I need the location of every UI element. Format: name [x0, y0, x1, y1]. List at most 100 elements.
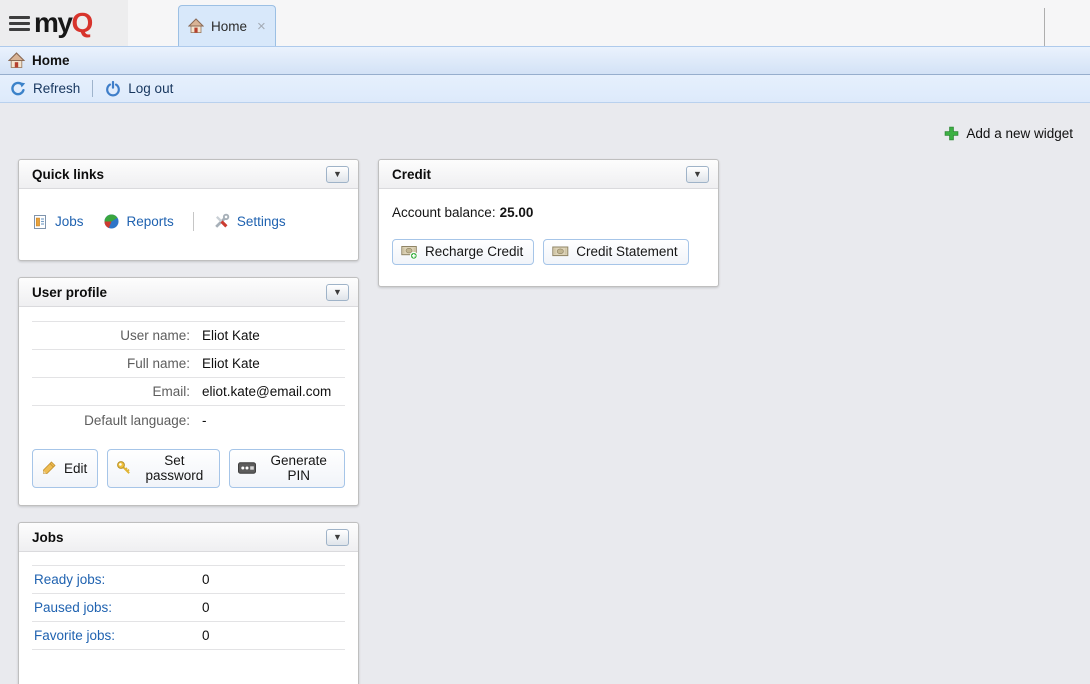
chevron-down-icon: ▼ [333, 288, 342, 297]
page-header-bar: Home [0, 46, 1090, 75]
widget-title: Quick links [32, 167, 104, 182]
row-value: eliot.kate@email.com [202, 384, 331, 399]
logout-label: Log out [128, 81, 173, 96]
ready-jobs-link[interactable]: Ready jobs: [32, 572, 105, 587]
widget-column-left: Quick links ▼ Jobs Reports [18, 159, 359, 684]
widget-title: Credit [392, 167, 431, 182]
credit-buttons: Recharge Credit Credit Statement [392, 239, 705, 265]
quick-link-label: Settings [237, 214, 286, 229]
button-label: Set password [139, 453, 209, 483]
logo-text-my: my [34, 7, 71, 38]
row-label: Default language: [32, 413, 190, 428]
widget-quick-links: Quick links ▼ Jobs Reports [18, 159, 359, 261]
tab-home-label: Home [211, 19, 247, 34]
row-value: - [202, 413, 207, 428]
add-widget-label: Add a new widget [966, 126, 1073, 141]
quick-links-body: Jobs Reports Settings [19, 189, 358, 260]
row-value: 0 [202, 594, 210, 621]
banknote-icon [552, 245, 569, 258]
widget-user-profile-header: User profile ▼ [19, 278, 358, 307]
settings-tools-icon [213, 213, 230, 230]
button-label: Recharge Credit [425, 244, 523, 259]
row-label: User name: [32, 328, 190, 343]
page-title: Home [32, 53, 70, 68]
widget-credit: Credit ▼ Account balance:25.00 Recharge … [378, 159, 719, 287]
top-strip-divider [1044, 8, 1045, 46]
generate-pin-button[interactable]: Generate PIN [229, 449, 345, 488]
pencil-icon [41, 460, 57, 476]
quick-link-label: Reports [127, 214, 174, 229]
row-value: 0 [202, 566, 210, 593]
profile-row-fullname: Full name: Eliot Kate [32, 350, 345, 378]
row-label: Email: [32, 384, 190, 399]
row-value: 0 [202, 622, 210, 649]
button-label: Credit Statement [576, 244, 677, 259]
paused-jobs-link[interactable]: Paused jobs: [32, 600, 112, 615]
key-icon [116, 460, 132, 476]
power-icon [105, 81, 121, 97]
account-balance: Account balance:25.00 [392, 205, 705, 220]
widget-jobs-header: Jobs ▼ [19, 523, 358, 552]
row-value: Eliot Kate [202, 328, 260, 343]
jobs-row-favorite: Favorite jobs: 0 [32, 622, 345, 650]
quick-link-jobs[interactable]: Jobs [32, 214, 84, 230]
jobs-row-paused: Paused jobs: 0 [32, 594, 345, 622]
collapse-widget-button[interactable]: ▼ [326, 166, 349, 183]
profile-row-username: User name: Eliot Kate [32, 322, 345, 350]
chevron-down-icon: ▼ [333, 533, 342, 542]
button-label: Edit [64, 461, 87, 476]
quick-link-label: Jobs [55, 214, 84, 229]
top-strip: myQ Home × [0, 0, 1090, 46]
jobs-row-ready: Ready jobs: 0 [32, 566, 345, 594]
collapse-widget-button[interactable]: ▼ [686, 166, 709, 183]
widget-column-right: Credit ▼ Account balance:25.00 Recharge … [378, 159, 719, 303]
myq-app-window: myQ Home × Home Refresh Lo [0, 0, 1090, 684]
jobs-document-icon [32, 214, 48, 230]
collapse-widget-button[interactable]: ▼ [326, 529, 349, 546]
row-label: Full name: [32, 356, 190, 371]
toolbar-separator [92, 80, 93, 97]
jobs-table: Ready jobs: 0 Paused jobs: 0 Favorite jo… [32, 565, 345, 650]
widget-user-profile: User profile ▼ User name: Eliot Kate Ful… [18, 277, 359, 506]
profile-row-language: Default language: - [32, 406, 345, 434]
profile-row-email: Email: eliot.kate@email.com [32, 378, 345, 406]
refresh-label: Refresh [33, 81, 80, 96]
tab-close-icon[interactable]: × [257, 19, 266, 34]
user-profile-buttons: Edit Set password Generate [32, 449, 345, 488]
edit-button[interactable]: Edit [32, 449, 98, 488]
refresh-icon [10, 81, 26, 97]
logout-button[interactable]: Log out [105, 81, 173, 97]
widget-credit-header: Credit ▼ [379, 160, 718, 189]
jobs-body: Ready jobs: 0 Paused jobs: 0 Favorite jo… [19, 552, 358, 684]
collapse-widget-button[interactable]: ▼ [326, 284, 349, 301]
widget-jobs: Jobs ▼ Ready jobs: 0 Paused jobs: 0 [18, 522, 359, 684]
home-house-icon [8, 52, 25, 69]
banknote-plus-icon [401, 243, 418, 260]
user-profile-body: User name: Eliot Kate Full name: Eliot K… [19, 307, 358, 505]
action-toolbar: Refresh Log out [0, 75, 1090, 103]
logo-text-q: Q [71, 7, 91, 38]
reports-piechart-icon [103, 213, 120, 230]
user-profile-table: User name: Eliot Kate Full name: Eliot K… [32, 321, 345, 434]
widget-quick-links-header: Quick links ▼ [19, 160, 358, 189]
logo-block: myQ [0, 0, 128, 46]
account-balance-label: Account balance: [392, 205, 496, 220]
set-password-button[interactable]: Set password [107, 449, 220, 488]
widget-title: User profile [32, 285, 107, 300]
widget-title: Jobs [32, 530, 64, 545]
quick-link-settings[interactable]: Settings [213, 213, 286, 230]
quick-links-separator [193, 212, 194, 231]
refresh-button[interactable]: Refresh [10, 81, 80, 97]
row-value: Eliot Kate [202, 356, 260, 371]
home-house-icon [188, 18, 204, 34]
recharge-credit-button[interactable]: Recharge Credit [392, 239, 534, 265]
tab-home[interactable]: Home × [178, 5, 276, 46]
credit-statement-button[interactable]: Credit Statement [543, 239, 688, 265]
add-widget-button[interactable]: Add a new widget [944, 126, 1073, 141]
hamburger-menu-icon[interactable] [9, 16, 30, 31]
favorite-jobs-link[interactable]: Favorite jobs: [32, 628, 115, 643]
myq-logo[interactable]: myQ [34, 9, 92, 37]
credit-body: Account balance:25.00 Recharge Credit [379, 189, 718, 286]
pin-pad-icon [238, 462, 256, 474]
quick-link-reports[interactable]: Reports [103, 213, 174, 230]
